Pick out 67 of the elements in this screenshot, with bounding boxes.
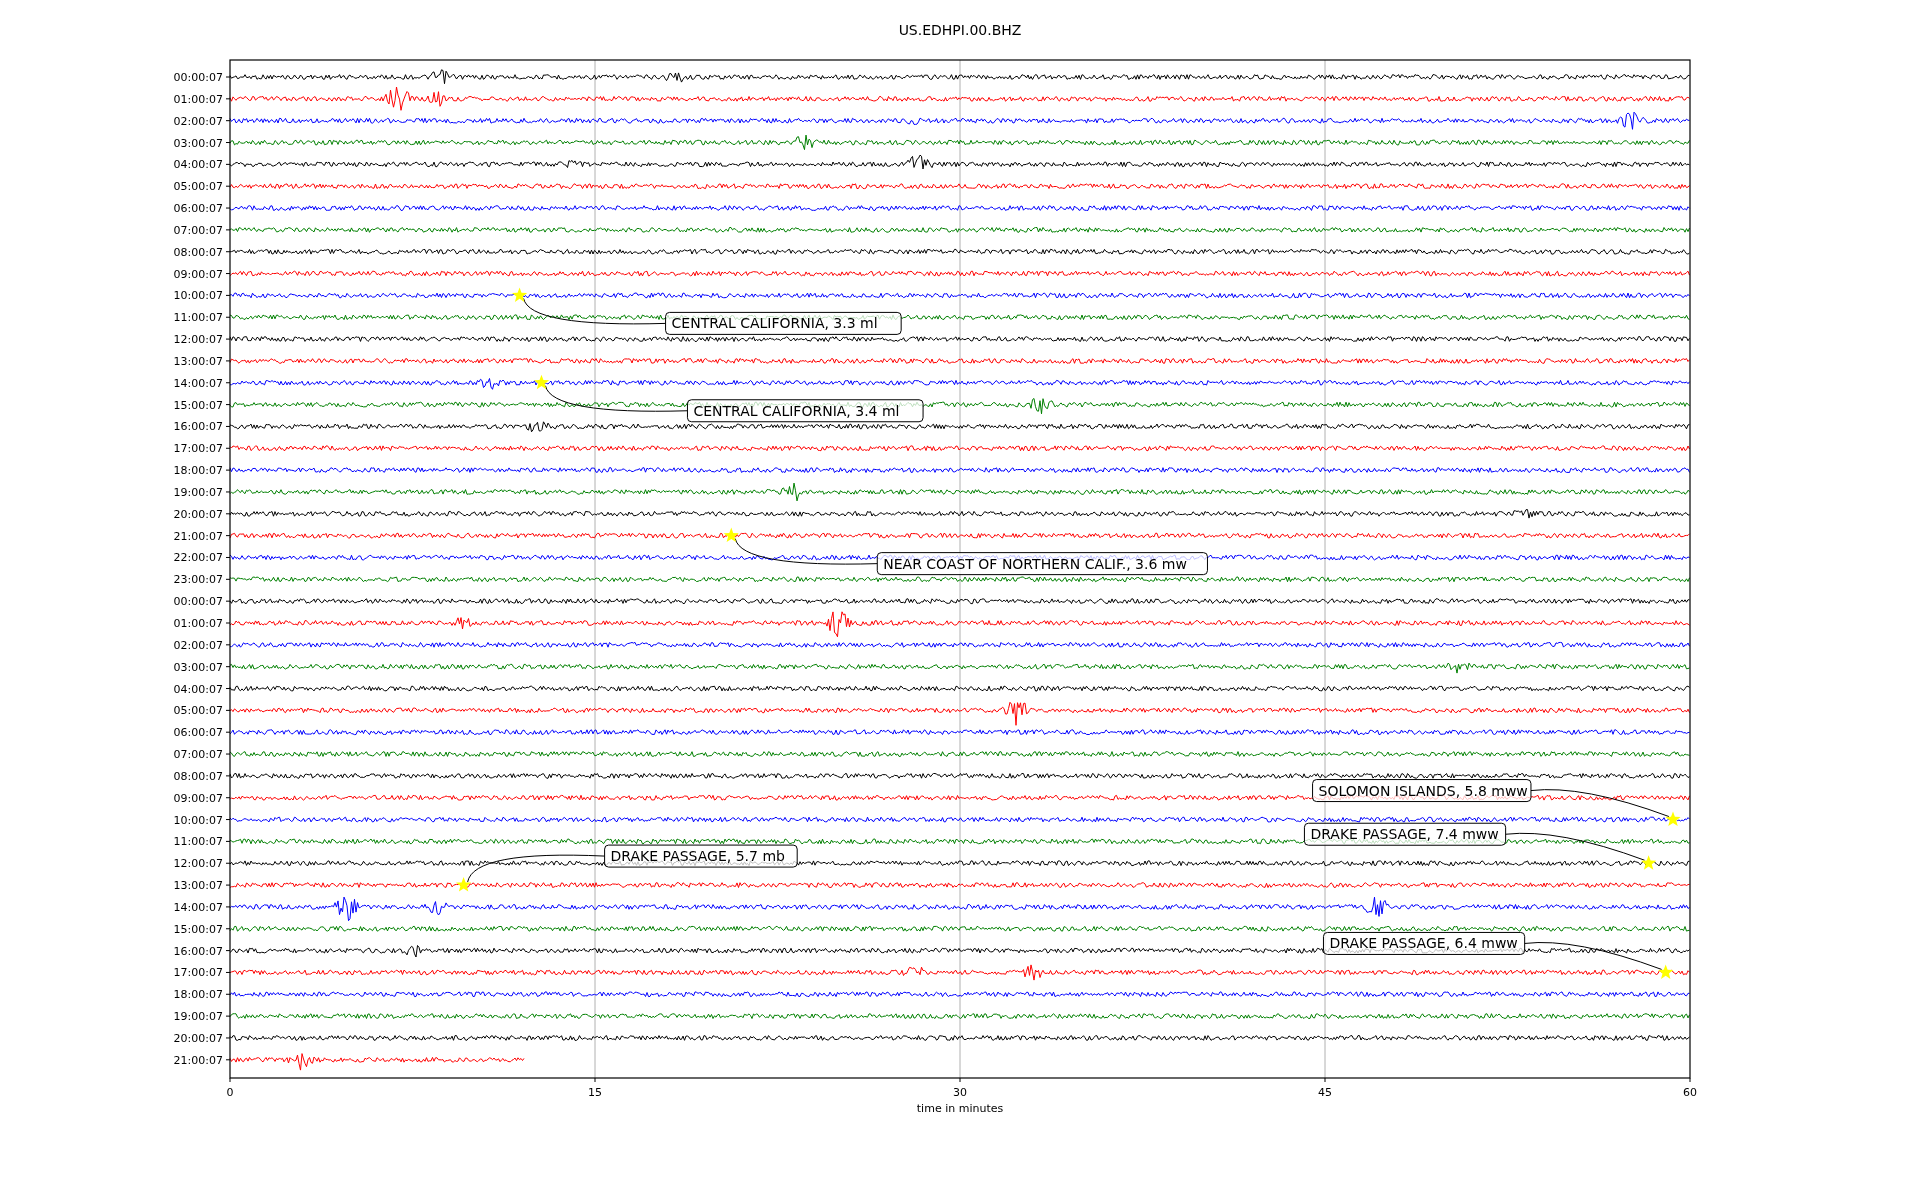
tick-label: 11:00:07 — [173, 835, 223, 849]
event-label: CENTRAL CALIFORNIA, 3.4 ml — [686, 399, 924, 423]
tick-label: 0 — [226, 1086, 234, 1099]
tick-label: 13:00:07 — [173, 879, 223, 893]
tick-label: 23:00:07 — [173, 573, 223, 587]
tick-label: 19:00:07 — [173, 1010, 223, 1024]
event-label: DRAKE PASSAGE, 7.4 mww — [1303, 822, 1507, 846]
tick-label: 60 — [1683, 1086, 1697, 1099]
event-label: NEAR COAST OF NORTHERN CALIF., 3.6 mw — [876, 552, 1208, 576]
tick-label: 13:00:07 — [173, 354, 223, 368]
tick-label: 04:00:07 — [173, 158, 223, 172]
tick-label: 12:00:07 — [173, 857, 223, 871]
tick-label: 20:00:07 — [173, 1031, 223, 1045]
tick-label: 03:00:07 — [173, 660, 223, 674]
tick-label: 07:00:07 — [173, 748, 223, 762]
star-icon — [456, 877, 472, 892]
star-icon — [1665, 811, 1681, 826]
tick-label: 16:00:07 — [173, 420, 223, 434]
tick-label: 17:00:07 — [173, 966, 223, 980]
tick-label: 45 — [1318, 1086, 1332, 1099]
tick-label: 22:00:07 — [173, 551, 223, 565]
tick-label: 18:00:07 — [173, 464, 223, 478]
tick-label: 09:00:07 — [173, 791, 223, 805]
tick-label: 14:00:07 — [173, 376, 223, 390]
tick-label: 10:00:07 — [173, 289, 223, 303]
tick-label: 20:00:07 — [173, 507, 223, 521]
tick-label: 21:00:07 — [173, 529, 223, 543]
tick-label: 15:00:07 — [173, 398, 223, 412]
event-label: CENTRAL CALIFORNIA, 3.3 ml — [665, 311, 902, 335]
tick-label: 07:00:07 — [173, 223, 223, 237]
tick-label: 03:00:07 — [173, 136, 223, 150]
tick-label: 01:00:07 — [173, 92, 223, 106]
tick-label: 08:00:07 — [173, 769, 223, 783]
star-icon — [512, 287, 528, 302]
star-icon — [533, 374, 550, 390]
tick-label: 00:00:07 — [173, 71, 223, 84]
star-icon — [1658, 964, 1674, 979]
star-icon — [1641, 855, 1657, 870]
tick-label: 08:00:07 — [173, 245, 223, 259]
tick-label: 14:00:07 — [173, 900, 223, 914]
tick-label: 21:00:07 — [173, 1053, 223, 1067]
tick-label: 10:00:07 — [173, 813, 223, 827]
star-icon — [723, 527, 739, 543]
tick-label: 19:00:07 — [173, 485, 223, 499]
tick-label: 05:00:07 — [173, 180, 223, 194]
tick-label: 16:00:07 — [173, 944, 223, 958]
tick-label: 17:00:07 — [173, 442, 223, 456]
tick-label: 11:00:07 — [173, 311, 223, 325]
tick-label: 18:00:07 — [173, 988, 223, 1002]
tick-label: 00:00:07 — [173, 595, 223, 609]
tick-label: 06:00:07 — [173, 726, 223, 740]
tick-label: 02:00:07 — [173, 114, 223, 128]
tick-label: 30 — [953, 1086, 967, 1099]
tick-label: 05:00:07 — [173, 704, 223, 718]
tick-label: 15:00:07 — [173, 922, 223, 936]
tick-label: 01:00:07 — [173, 617, 223, 630]
tick-label: 09:00:07 — [173, 267, 223, 281]
event-label: DRAKE PASSAGE, 6.4 mww — [1322, 931, 1526, 955]
tick-label: 12:00:07 — [173, 333, 223, 347]
event-label: DRAKE PASSAGE, 5.7 mb — [604, 844, 798, 868]
axis-label: time in minutes — [916, 1102, 1004, 1115]
tick-label: 04:00:07 — [173, 682, 223, 696]
tick-label: 02:00:07 — [173, 638, 223, 652]
tick-label: 06:00:07 — [173, 202, 223, 216]
figure-title: US.EDHPI.00.BHZ — [898, 22, 1022, 38]
event-label: SOLOMON ISLANDS, 5.8 mww — [1312, 779, 1532, 803]
tick-label: 15 — [588, 1086, 602, 1099]
